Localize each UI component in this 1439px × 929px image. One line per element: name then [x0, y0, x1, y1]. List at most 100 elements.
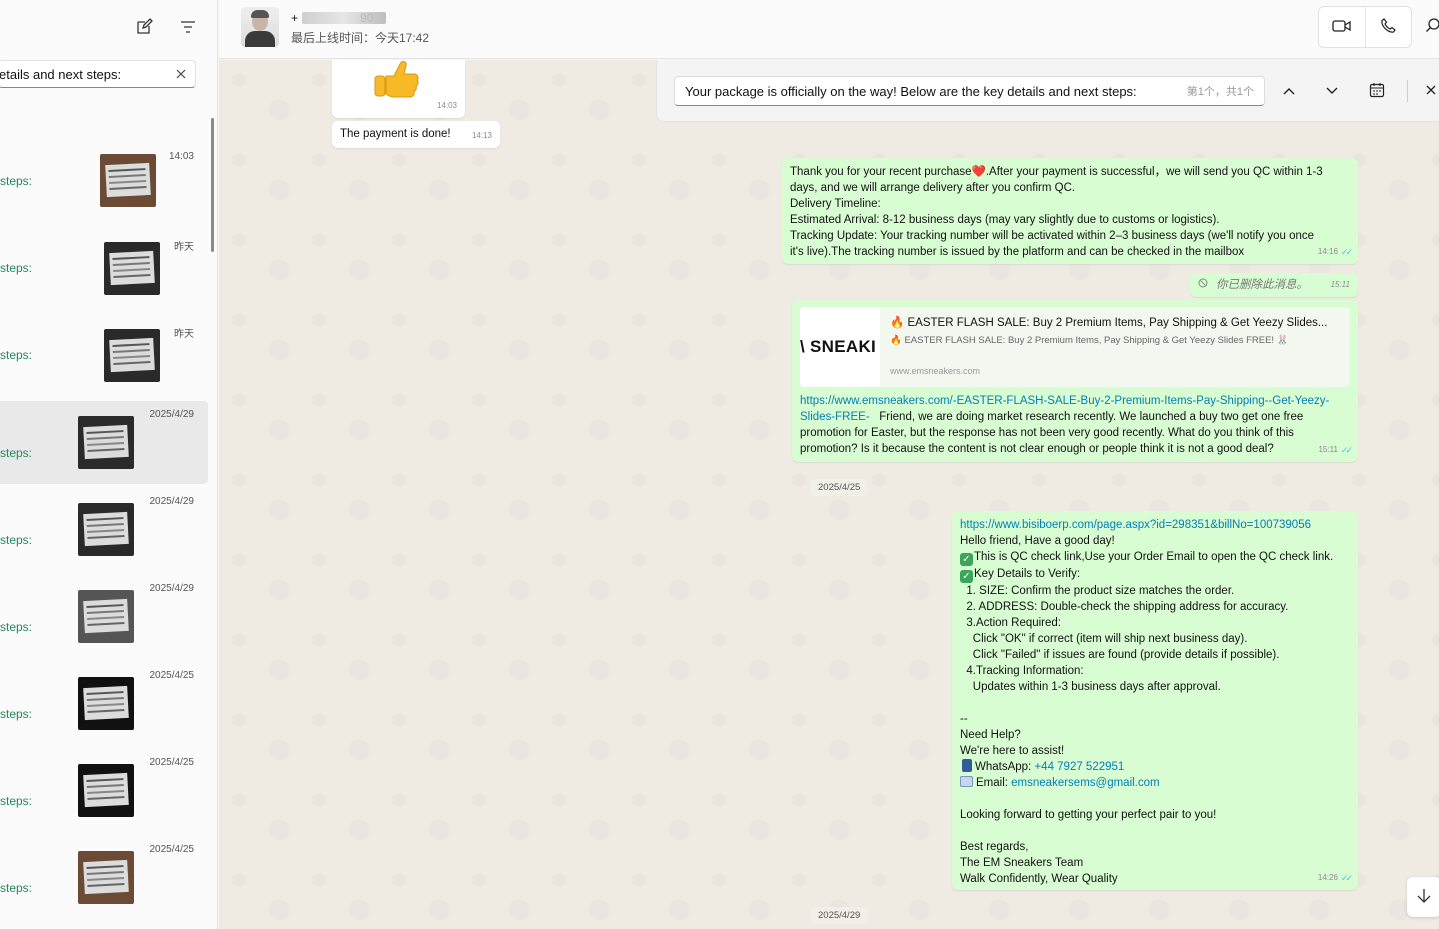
calendar-icon — [1369, 82, 1385, 101]
image-message[interactable]: 14:03 — [332, 60, 465, 118]
result-date: 14:03 — [168, 151, 194, 162]
message-line: This is QC check link,Use your Order Ema… — [974, 551, 1334, 563]
outgoing-link-message[interactable]: \ SNEAKI 🔥 EASTER FLASH SALE: Buy 2 Prem… — [792, 300, 1358, 462]
find-match-count: 第1个，共1个 — [1186, 86, 1254, 98]
message-line: Hello friend, Have a good day! — [960, 535, 1115, 547]
message-text: The payment is done! — [340, 128, 451, 140]
compose-icon[interactable] — [133, 16, 155, 38]
read-ticks-icon: ✓✓ — [1340, 445, 1353, 455]
mail-icon — [960, 776, 973, 787]
scroll-to-bottom-button[interactable] — [1407, 877, 1439, 917]
result-snippet: steps: — [0, 174, 33, 188]
blocked-icon — [1198, 277, 1208, 293]
date-separator: 2025/4/29 — [810, 907, 869, 924]
preview-description: 🔥 EASTER FLASH SALE: Buy 2 Premium Items… — [890, 335, 1289, 346]
date-separator: 2025/4/25 — [810, 479, 869, 496]
voice-call-button[interactable] — [1364, 7, 1412, 47]
result-date: 2025/4/25 — [149, 670, 195, 681]
chat-search-value: etails and next steps: — [0, 66, 122, 82]
read-ticks-icon: ✓✓ — [1340, 873, 1353, 883]
chat-header: + 90 最后上线时间：今天17:42 — [219, 0, 1439, 59]
result-thumbnail — [100, 154, 156, 207]
qc-link[interactable]: https://www.bisiboerp.com/page.aspx?id=2… — [960, 517, 1350, 533]
message-line: Estimated Arrival: 8-12 business days (m… — [790, 214, 1220, 226]
voice-call-icon — [1380, 17, 1397, 37]
search-result-item[interactable]: steps: 2025/4/25 — [0, 749, 208, 832]
message-time: 15:11 — [1330, 280, 1350, 289]
chevron-up-icon — [1283, 84, 1295, 98]
result-thumbnail — [104, 329, 160, 382]
video-call-button[interactable] — [1319, 7, 1365, 47]
message-line: days, and we will arrange delivery after… — [790, 182, 1076, 194]
message-line: Thank you for your recent purchase❤️.Aft… — [790, 166, 1323, 178]
message-closing: Looking forward to getting your perfect … — [960, 809, 1217, 885]
result-date: 2025/4/29 — [149, 583, 195, 594]
message-time: 14:13 — [471, 131, 492, 140]
filter-icon[interactable] — [177, 16, 199, 38]
chat-area[interactable]: 14:03 The payment is done! 14:13 Thank y… — [219, 60, 1439, 929]
message-time: 14:03 — [436, 101, 457, 110]
result-thumbnail — [78, 416, 134, 469]
message-line: it's live).The tracking number is issued… — [790, 246, 1245, 258]
whatsapp-number-link[interactable]: +44 7927 522951 — [1034, 761, 1124, 773]
deleted-message[interactable]: 你已删除此消息。 15:11 — [1190, 273, 1358, 297]
chevron-down-icon — [1326, 84, 1338, 98]
incoming-message[interactable]: The payment is done! 14:13 — [332, 121, 500, 148]
search-result-item[interactable]: steps: 昨天 — [0, 317, 208, 400]
scrollbar[interactable] — [211, 118, 214, 252]
search-by-date-button[interactable] — [1363, 78, 1391, 104]
link-preview-card[interactable]: \ SNEAKI 🔥 EASTER FLASH SALE: Buy 2 Prem… — [800, 307, 1350, 387]
search-result-item[interactable]: steps: 2025/4/29 — [0, 401, 208, 484]
next-match-button[interactable] — [1318, 78, 1346, 104]
preview-title: 🔥 EASTER FLASH SALE: Buy 2 Premium Items… — [890, 317, 1328, 329]
close-icon[interactable] — [173, 66, 189, 82]
result-snippet: steps: — [0, 533, 33, 547]
result-thumbnail — [78, 764, 134, 817]
avatar[interactable] — [241, 7, 279, 47]
search-result-item[interactable]: steps: 14:03 — [0, 143, 208, 226]
search-result-item[interactable]: steps: 2025/4/25 — [0, 662, 208, 745]
preview-logo-text: \ SNEAKI — [800, 337, 877, 356]
search-result-item[interactable]: steps: 2025/4/29 — [0, 575, 208, 658]
search-result-item[interactable]: steps: 昨天 — [0, 230, 208, 313]
result-thumbnail — [78, 851, 134, 904]
result-snippet: steps: — [0, 620, 33, 634]
preview-domain: www.emsneakers.com — [890, 366, 981, 376]
deleted-text: 你已删除此消息。 — [1216, 279, 1308, 291]
message-line: Key Details to Verify: — [974, 568, 1081, 580]
result-date: 2025/4/25 — [149, 757, 195, 768]
result-thumbnail — [78, 503, 134, 556]
message-status: 14:26 ✓✓ — [1318, 870, 1353, 886]
find-query: Your package is officially on the way! B… — [685, 83, 1137, 99]
find-input[interactable]: Your package is officially on the way! B… — [674, 76, 1265, 106]
message-status: 14:16 ✓✓ — [1318, 244, 1353, 260]
chat-search-input[interactable]: etails and next steps: — [0, 60, 196, 88]
message-text: Friend, we are doing market research rec… — [800, 411, 1304, 455]
close-find-button[interactable] — [1417, 78, 1439, 104]
last-seen-status: 最后上线时间：今天17:42 — [291, 31, 430, 45]
result-date: 2025/4/25 — [149, 844, 195, 855]
search-icon[interactable] — [1425, 17, 1439, 36]
outgoing-message[interactable]: https://www.bisiboerp.com/page.aspx?id=2… — [952, 511, 1358, 890]
phone-icon — [962, 759, 972, 772]
preview-logo: \ SNEAKI — [800, 307, 880, 387]
result-snippet: steps: — [0, 446, 33, 460]
email-link[interactable]: emsneakersems@gmail.com — [1011, 777, 1159, 789]
result-thumbnail — [104, 242, 160, 295]
message-body: 1. SIZE: Confirm the product size matche… — [960, 585, 1289, 757]
video-call-icon — [1332, 19, 1352, 36]
contact-prefix: + — [291, 11, 299, 25]
result-date: 2025/4/29 — [149, 409, 195, 420]
message-line: Delivery Timeline: — [790, 198, 881, 210]
contact-suffix: 90 — [360, 11, 374, 25]
whatsapp-label: WhatsApp: — [975, 761, 1035, 773]
previous-match-button[interactable] — [1275, 78, 1303, 104]
email-label: Email: — [976, 777, 1012, 789]
result-date: 昨天 — [174, 242, 194, 253]
search-results-panel: etails and next steps: steps: 14:03 step… — [0, 0, 218, 929]
search-result-item[interactable]: steps: 2025/4/25 — [0, 836, 208, 919]
result-date: 2025/4/29 — [149, 496, 195, 507]
contact-name[interactable]: + 90 — [291, 11, 387, 25]
outgoing-message[interactable]: Thank you for your recent purchase❤️.Aft… — [782, 158, 1358, 264]
search-result-item[interactable]: steps: 2025/4/29 — [0, 488, 208, 571]
